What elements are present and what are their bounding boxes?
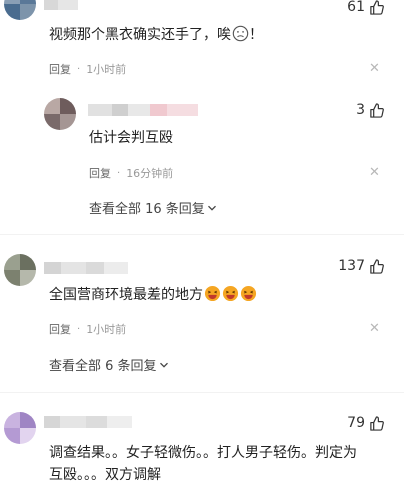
divider: [0, 392, 404, 393]
thumbs-up-icon: [370, 258, 384, 274]
divider: [0, 234, 404, 235]
comment-text: 视频那个黑衣确实还手了，唉！: [49, 25, 263, 43]
comment-meta: 回复 · 1小时前: [49, 321, 126, 337]
reply-meta: 回复 · 16分钟前: [89, 165, 173, 181]
comment-text: 全国营商环境最差的地方: [49, 284, 257, 306]
view-all-replies-button[interactable]: 查看全部 6 条回复: [49, 355, 169, 374]
like-count: 137: [338, 258, 365, 274]
sad-face-emoji: [232, 25, 249, 42]
thumbs-up-icon: [370, 415, 384, 431]
like-count: 3: [356, 102, 365, 118]
comment-text-line: 调查结果。。女子轻微伤。。打人男子轻伤。判定为: [49, 445, 357, 461]
username-blurred[interactable]: [44, 262, 128, 274]
separator-dot: ·: [77, 63, 81, 75]
username-blurred[interactable]: [88, 104, 198, 116]
like-button[interactable]: 3: [356, 102, 384, 118]
timestamp: 1小时前: [86, 323, 127, 336]
timestamp: 1小时前: [86, 63, 127, 76]
close-icon[interactable]: ✕: [369, 322, 380, 335]
comment-text-line: 互殴。。。双方调解: [49, 467, 161, 483]
separator-dot: ·: [117, 167, 121, 179]
avatar[interactable]: [4, 0, 36, 20]
reply-text: 估计会判互殴: [89, 130, 173, 146]
avatar[interactable]: [44, 98, 76, 130]
view-all-replies-button[interactable]: 查看全部 16 条回复: [89, 198, 217, 217]
laughing-emoji: [204, 285, 221, 302]
reply-button[interactable]: 回复: [89, 165, 111, 181]
like-button[interactable]: 79: [347, 415, 384, 431]
like-button[interactable]: 137: [338, 258, 384, 274]
chevron-down-icon: [159, 362, 168, 368]
reply-button[interactable]: 回复: [49, 61, 71, 77]
timestamp: 16分钟前: [126, 167, 174, 180]
like-button[interactable]: 61: [347, 0, 384, 15]
thumbs-up-icon: [370, 102, 384, 118]
laughing-emoji: [222, 285, 239, 302]
separator-dot: ·: [77, 323, 81, 335]
laughing-emoji: [240, 285, 257, 302]
chevron-down-icon: [207, 205, 216, 211]
close-icon[interactable]: ✕: [369, 62, 380, 75]
close-icon[interactable]: ✕: [369, 166, 380, 179]
avatar[interactable]: [4, 254, 36, 286]
avatar[interactable]: [4, 412, 36, 444]
username-blurred[interactable]: [44, 416, 132, 428]
comment-meta: 回复 · 1小时前: [49, 61, 126, 77]
like-count: 79: [347, 415, 365, 431]
thumbs-up-icon: [370, 0, 384, 15]
reply-button[interactable]: 回复: [49, 321, 71, 337]
username-blurred[interactable]: [44, 0, 78, 10]
like-count: 61: [347, 0, 365, 15]
